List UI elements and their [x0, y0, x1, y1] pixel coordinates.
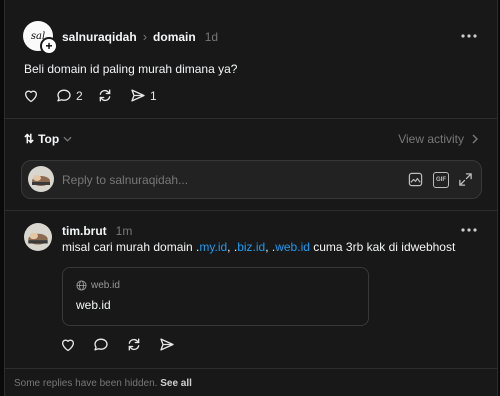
post-header: salnuraqidah › domain 1d [62, 29, 218, 44]
reply-text-part: , . [265, 240, 276, 254]
like-button[interactable] [23, 88, 39, 103]
repost-icon [97, 88, 113, 103]
sort-arrows-icon: ⇅ [24, 132, 35, 146]
follow-plus-icon[interactable]: + [40, 37, 58, 55]
link-domain: web.id [91, 280, 120, 291]
hidden-replies-text: Some replies have been hidden. [14, 378, 158, 389]
current-user-avatar [28, 166, 54, 192]
sort-dropdown[interactable]: ⇅ Top [24, 132, 72, 146]
see-all-link[interactable]: See all [160, 378, 192, 389]
reply-author-avatar[interactable] [24, 223, 52, 251]
globe-icon [76, 280, 87, 291]
link-domain-row: web.id [76, 280, 120, 291]
reply-share-button[interactable] [159, 337, 175, 352]
heart-icon [60, 337, 76, 352]
reply-repost-button[interactable] [126, 337, 142, 352]
reply-input[interactable]: Reply to salnuraqidah... [62, 173, 188, 187]
chevron-right-icon [472, 134, 478, 144]
post-text: Beli domain id paling murah dimana ya? [24, 62, 238, 76]
chevron-down-icon [63, 136, 72, 142]
reply-username[interactable]: tim.brut [62, 224, 107, 238]
shares-count: 1 [150, 88, 157, 103]
thread-panel: sal + salnuraqidah › domain 1d Beli doma… [4, 0, 498, 396]
reply-more-icon[interactable] [460, 223, 478, 237]
link-my-id[interactable]: my.id [199, 240, 227, 254]
repost-icon [126, 337, 142, 352]
replies-count: 2 [76, 88, 83, 103]
expand-icon[interactable] [458, 172, 473, 187]
divider [5, 368, 497, 369]
view-activity-link[interactable]: View activity [398, 132, 478, 146]
image-icon[interactable] [408, 172, 423, 187]
divider [5, 118, 497, 119]
sort-label: Top [38, 132, 60, 146]
send-icon [159, 337, 175, 352]
post-username[interactable]: salnuraqidah [62, 30, 137, 44]
comment-icon [56, 88, 72, 103]
link-title: web.id [76, 298, 111, 312]
heart-icon [23, 88, 39, 103]
share-button[interactable]: 1 [130, 88, 157, 103]
reply-text-part: , . [227, 240, 238, 254]
reply-header: tim.brut 1m [62, 224, 132, 238]
divider [5, 210, 497, 211]
view-activity-label: View activity [398, 132, 464, 146]
gif-icon[interactable]: GIF [433, 172, 449, 188]
send-icon [130, 88, 146, 103]
comment-icon [93, 337, 109, 352]
post-topic[interactable]: domain [153, 30, 196, 44]
link-web-id[interactable]: web.id [275, 240, 310, 254]
hidden-replies-notice: Some replies have been hidden. See all [14, 378, 192, 389]
reply-time: 1m [115, 224, 133, 238]
reply-text-part: misal cari murah domain . [62, 240, 200, 254]
post-more-icon[interactable] [460, 29, 478, 43]
repost-button[interactable] [97, 88, 113, 103]
reply-like-button[interactable] [60, 337, 76, 352]
topic-separator: › [142, 29, 148, 44]
reply-comment-button[interactable] [93, 337, 109, 352]
link-biz-id[interactable]: biz.id [237, 240, 265, 254]
reply-composer[interactable]: Reply to salnuraqidah... GIF [21, 160, 482, 199]
post-time: 1d [204, 29, 219, 44]
reply-text-part: cuma 3rb kak di idwebhost [309, 240, 456, 254]
link-preview-card[interactable]: web.id web.id [62, 267, 369, 326]
reply-text: misal cari murah domain .my.id, .biz.id,… [62, 240, 455, 254]
reply-button[interactable]: 2 [56, 88, 83, 103]
